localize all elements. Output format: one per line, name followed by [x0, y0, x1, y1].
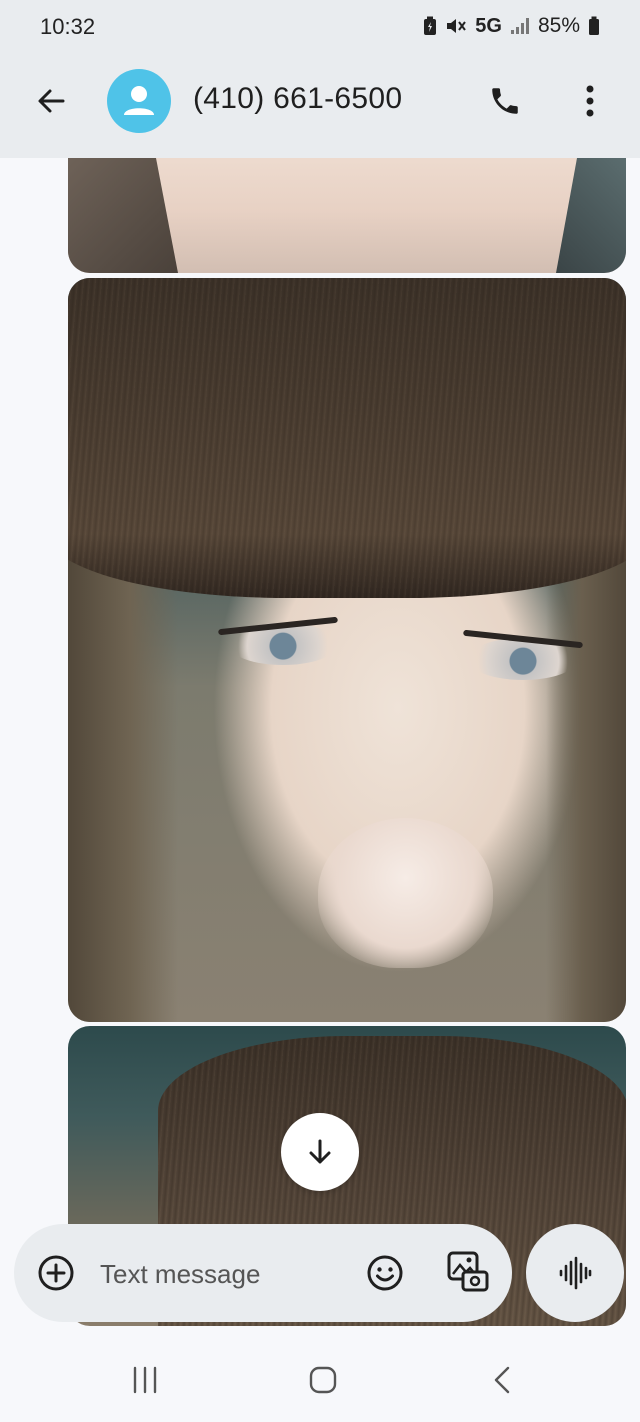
emoji-icon	[367, 1255, 403, 1291]
nav-back-button[interactable]	[473, 1358, 533, 1402]
person-icon	[124, 86, 154, 115]
voice-message-button[interactable]	[526, 1224, 624, 1322]
more-options-button[interactable]	[570, 80, 610, 122]
back-icon	[494, 1366, 510, 1394]
call-button[interactable]	[484, 80, 526, 122]
recents-button[interactable]	[115, 1358, 175, 1402]
back-button[interactable]	[30, 80, 72, 122]
add-circle-icon	[38, 1255, 74, 1291]
voice-wave-icon	[559, 1256, 592, 1290]
emoji-button[interactable]	[364, 1252, 406, 1294]
status-time: 10:32	[40, 14, 96, 39]
compose-bar	[14, 1224, 512, 1322]
arrow-down-icon	[309, 1139, 331, 1164]
battery-percent: 85%	[537, 14, 580, 37]
top-app-bar: 10:32 5G 85% (410) 661-6500	[0, 0, 640, 158]
avatar[interactable]	[107, 69, 171, 133]
photo-attachment[interactable]	[68, 278, 626, 1022]
photo-attachment[interactable]	[68, 158, 626, 273]
gallery-button[interactable]	[444, 1248, 492, 1296]
add-attachment-button[interactable]	[36, 1253, 76, 1293]
phone-icon	[492, 88, 518, 114]
battery-saver-icon	[423, 16, 437, 36]
battery-icon	[588, 16, 600, 36]
recents-icon	[133, 1366, 157, 1394]
mute-icon	[445, 16, 467, 36]
gallery-camera-icon	[447, 1251, 489, 1292]
more-vert-icon	[586, 85, 594, 117]
network-label: 5G	[475, 14, 502, 37]
signal-icon	[510, 17, 530, 35]
back-arrow-icon	[38, 89, 65, 113]
system-nav-bar	[0, 1338, 640, 1422]
home-icon	[309, 1366, 337, 1394]
contact-title[interactable]: (410) 661-6500	[193, 82, 402, 116]
status-icons: 5G 85%	[423, 14, 600, 38]
home-button[interactable]	[293, 1358, 353, 1402]
scroll-to-bottom-button[interactable]	[281, 1113, 359, 1191]
message-input[interactable]	[100, 1254, 350, 1294]
